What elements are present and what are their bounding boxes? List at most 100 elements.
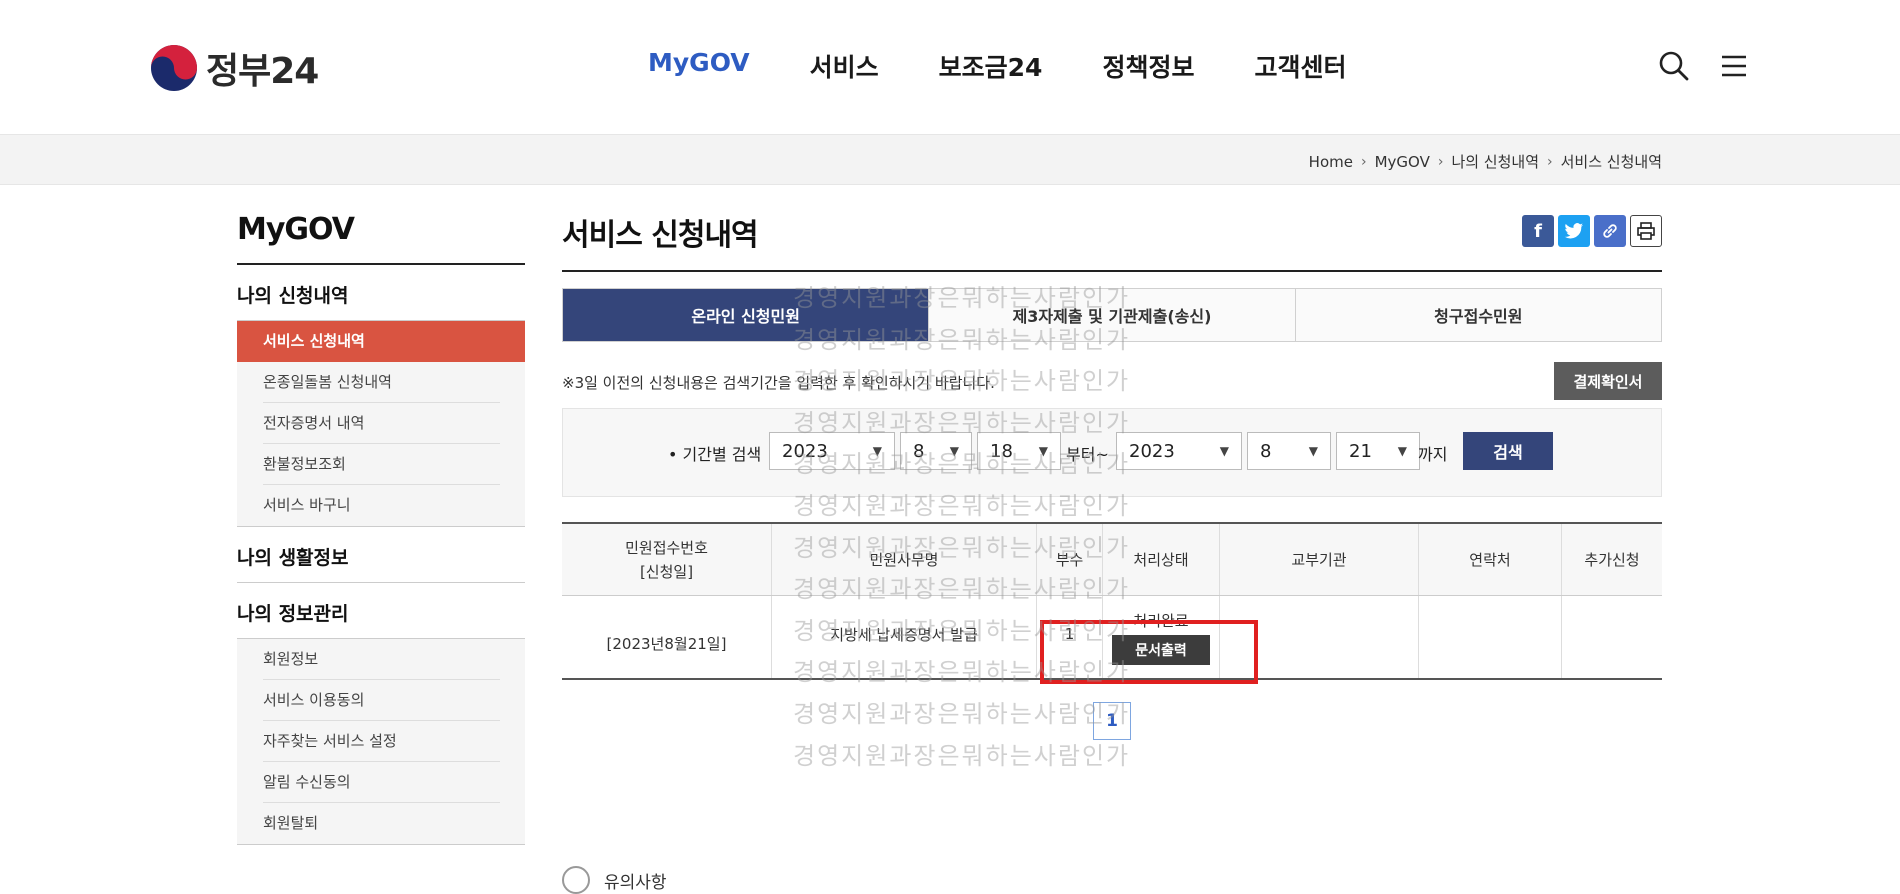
nav-subsidy24[interactable]: 보조금24 bbox=[939, 48, 1043, 84]
col-contact: 연락처 bbox=[1419, 524, 1562, 595]
breadcrumb: Home › MyGOV › 나의 신청내역 › 서비스 신청내역 bbox=[1309, 151, 1662, 172]
sidebar-item-service-consent[interactable]: 서비스 이용동의 bbox=[237, 680, 525, 721]
from-day-select[interactable]: 18 ▼ bbox=[977, 432, 1061, 470]
cell-status: 처리완료 문서출력 bbox=[1103, 596, 1220, 678]
print-icon[interactable] bbox=[1630, 215, 1662, 247]
search-notice: ※3일 이전의 신청내용은 검색기간을 입력한 후 확인하시기 바랍니다. bbox=[562, 374, 995, 392]
breadcrumb-band: Home › MyGOV › 나의 신청내역 › 서비스 신청내역 bbox=[0, 135, 1900, 185]
to-day-value: 21 bbox=[1349, 440, 1372, 462]
sidebar-submenu-applications: 서비스 신청내역 온종일돌봄 신청내역 전자증명서 내역 환불정보조회 서비스 … bbox=[237, 321, 525, 526]
cell-application-date: [2023년8월21일] bbox=[562, 596, 772, 678]
sidebar-item-withdraw[interactable]: 회원탈퇴 bbox=[237, 803, 525, 844]
notice-section-heading: 유의사항 bbox=[562, 866, 667, 894]
chevron-down-icon: ▼ bbox=[1397, 444, 1407, 458]
link-icon[interactable] bbox=[1594, 215, 1626, 247]
chevron-right-icon: › bbox=[1547, 153, 1553, 170]
nav-policy[interactable]: 정책정보 bbox=[1102, 48, 1194, 84]
from-suffix: 부터~ bbox=[1066, 445, 1109, 464]
to-day-select[interactable]: 21 ▼ bbox=[1336, 432, 1420, 470]
print-document-button[interactable]: 문서출력 bbox=[1112, 634, 1210, 665]
to-suffix: 까지 bbox=[1418, 445, 1448, 464]
sidebar-title: MyGOV bbox=[237, 212, 525, 265]
sidebar-item-refund-info[interactable]: 환불정보조회 bbox=[237, 444, 525, 485]
sidebar-item-service-applications[interactable]: 서비스 신청내역 bbox=[237, 321, 525, 362]
chevron-down-icon: ▼ bbox=[1038, 444, 1048, 458]
tab-third-party-submission[interactable]: 제3자제출 및 기관제출(송신) bbox=[929, 289, 1296, 341]
site-header: 정부24 MyGOV 서비스 보조금24 정책정보 고객센터 bbox=[0, 0, 1900, 135]
chevron-right-icon: › bbox=[1437, 153, 1444, 170]
nav-customer-center[interactable]: 고객센터 bbox=[1254, 48, 1346, 84]
site-logo[interactable]: 정부24 bbox=[150, 42, 319, 94]
col-receipt-number: 민원접수번호 [신청일] bbox=[562, 524, 772, 595]
search-icon[interactable] bbox=[1658, 50, 1690, 82]
chevron-down-icon: ▼ bbox=[1219, 444, 1229, 458]
sidebar-section-my-applications[interactable]: 나의 신청내역 bbox=[237, 265, 525, 321]
sidebar-submenu-info: 회원정보 서비스 이용동의 자주찾는 서비스 설정 알림 수신동의 회원탈퇴 bbox=[237, 639, 525, 845]
to-month-select[interactable]: 8 ▼ bbox=[1247, 432, 1331, 470]
pagination-page-1[interactable]: 1 bbox=[1093, 702, 1131, 740]
period-search-box: • 기간별 검색 2023 ▼ 8 ▼ 18 ▼ 부터~ 2023 ▼ 8 ▼ 21 ▼ 까… bbox=[562, 408, 1662, 497]
sidebar-item-favorite-services[interactable]: 자주찾는 서비스 설정 bbox=[237, 721, 525, 762]
sidebar-item-service-basket[interactable]: 서비스 바구니 bbox=[237, 485, 525, 526]
sidebar-section-life-info[interactable]: 나의 생활정보 bbox=[237, 526, 525, 583]
from-year-value: 2023 bbox=[782, 440, 828, 462]
cell-count: 1 bbox=[1037, 596, 1103, 678]
logo-text: 정부24 bbox=[206, 51, 319, 92]
sidebar-section-info-management[interactable]: 나의 정보관리 bbox=[237, 583, 525, 639]
col-service-name: 민원사무명 bbox=[772, 524, 1037, 595]
main-content: 서비스 신청내역 f 온라인 신청민원 제3자제출 및 기관제출(송신) 청구접… bbox=[562, 210, 1662, 740]
col-application-date-label: [신청일] bbox=[639, 562, 694, 581]
watermark-line: 경영지원과장은뭐하는사람인가 bbox=[793, 699, 1131, 728]
watermark-line: 경영지원과장은뭐하는사람인가 bbox=[793, 741, 1131, 770]
menu-icon[interactable] bbox=[1718, 50, 1750, 82]
tab-claim-applications[interactable]: 청구접수민원 bbox=[1295, 289, 1661, 341]
share-toolbar: f bbox=[1518, 215, 1662, 247]
info-circle-icon bbox=[562, 866, 590, 894]
from-month-select[interactable]: 8 ▼ bbox=[900, 432, 972, 470]
to-year-select[interactable]: 2023 ▼ bbox=[1116, 432, 1242, 470]
table-row: [2023년8월21일] 지방세 납세증명서 발급 1 처리완료 문서출력 bbox=[562, 596, 1662, 680]
sidebar-item-notification-consent[interactable]: 알림 수신동의 bbox=[237, 762, 525, 803]
search-button[interactable]: 검색 bbox=[1463, 432, 1553, 470]
breadcrumb-home[interactable]: Home bbox=[1309, 153, 1353, 171]
tab-online-applications[interactable]: 온라인 신청민원 bbox=[563, 289, 930, 341]
from-day-value: 18 bbox=[990, 440, 1013, 462]
period-search-label: • 기간별 검색 bbox=[668, 445, 762, 464]
from-year-select[interactable]: 2023 ▼ bbox=[769, 432, 895, 470]
sidebar: MyGOV 나의 신청내역 서비스 신청내역 온종일돌봄 신청내역 전자증명서 … bbox=[237, 212, 525, 845]
nav-mygov[interactable]: MyGOV bbox=[648, 48, 750, 84]
to-year-value: 2023 bbox=[1129, 440, 1175, 462]
nav-service[interactable]: 서비스 bbox=[810, 48, 879, 84]
cell-service-name[interactable]: 지방세 납세증명서 발급 bbox=[772, 596, 1037, 678]
twitter-icon[interactable] bbox=[1558, 215, 1590, 247]
breadcrumb-mygov[interactable]: MyGOV bbox=[1375, 153, 1430, 171]
chevron-right-icon: › bbox=[1360, 153, 1367, 170]
status-text: 처리완료 bbox=[1133, 611, 1189, 630]
page-title: 서비스 신청내역 bbox=[562, 210, 1662, 272]
breadcrumb-current[interactable]: 서비스 신청내역 bbox=[1561, 151, 1662, 172]
col-issuing-agency: 교부기관 bbox=[1220, 524, 1419, 595]
col-additional-request: 추가신청 bbox=[1584, 550, 1640, 569]
applications-table: 민원접수번호 [신청일] 민원사무명 부수 처리상태 교부기관 연락처 추가신청… bbox=[562, 522, 1662, 684]
cell-additional-request bbox=[1562, 596, 1662, 678]
cell-contact bbox=[1419, 596, 1562, 678]
cell-issuing-agency bbox=[1220, 596, 1419, 678]
chevron-down-icon: ▼ bbox=[1308, 444, 1318, 458]
notice-section-label: 유의사항 bbox=[604, 872, 667, 893]
sidebar-item-allday-care[interactable]: 온종일돌봄 신청내역 bbox=[237, 362, 525, 403]
breadcrumb-my-applications[interactable]: 나의 신청내역 bbox=[1451, 151, 1539, 172]
payment-receipt-button[interactable]: 결제확인서 bbox=[1554, 362, 1662, 400]
col-count: 부수 bbox=[1037, 524, 1103, 595]
sidebar-item-member-info[interactable]: 회원정보 bbox=[237, 639, 525, 680]
chevron-down-icon: ▼ bbox=[949, 444, 959, 458]
col-receipt-number-label: 민원접수번호 bbox=[625, 538, 708, 557]
sidebar-item-e-certificates[interactable]: 전자증명서 내역 bbox=[237, 403, 525, 444]
facebook-icon[interactable]: f bbox=[1522, 215, 1554, 247]
chevron-down-icon: ▼ bbox=[872, 444, 882, 458]
table-header: 민원접수번호 [신청일] 민원사무명 부수 처리상태 교부기관 연락처 추가신청 bbox=[562, 524, 1662, 596]
application-tabs: 온라인 신청민원 제3자제출 및 기관제출(송신) 청구접수민원 bbox=[562, 288, 1662, 342]
to-month-value: 8 bbox=[1260, 440, 1272, 462]
col-status: 처리상태 bbox=[1103, 524, 1220, 595]
taegeuk-logo-icon bbox=[151, 45, 197, 91]
from-month-value: 8 bbox=[913, 440, 925, 462]
